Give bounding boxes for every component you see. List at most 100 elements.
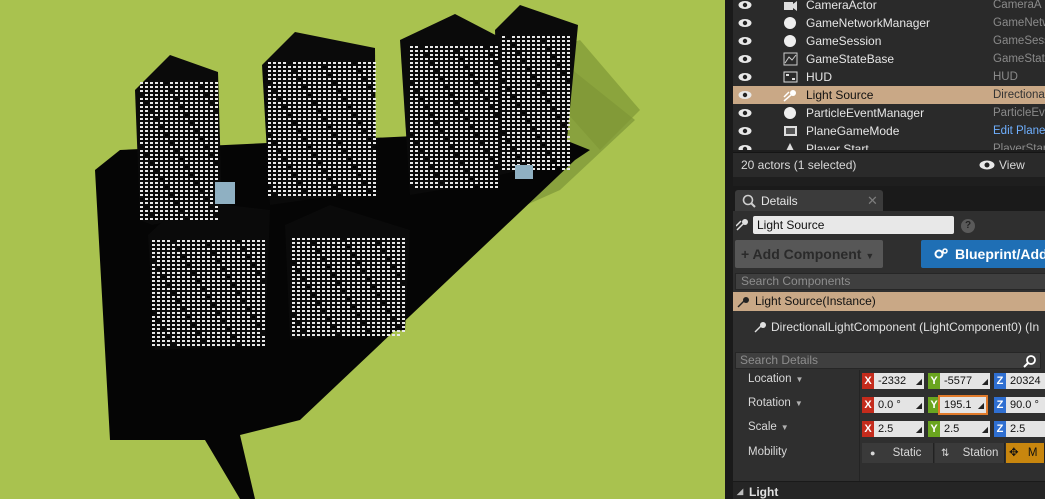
window-light [155, 174, 158, 176]
window-light [337, 286, 340, 288]
actor-name-field[interactable]: Light Source [753, 216, 954, 234]
outliner-row[interactable]: Player Start PlayerStar [733, 140, 1045, 150]
window-light [293, 190, 296, 192]
visibility-eye-icon[interactable] [738, 90, 752, 100]
window-light [485, 170, 488, 172]
window-light [465, 78, 468, 80]
window-light [337, 242, 340, 244]
visibility-eye-icon[interactable] [738, 72, 752, 82]
window-light [480, 62, 483, 64]
actor-count: 20 actors (1 selected) [741, 158, 857, 172]
window-light [302, 270, 305, 272]
window-light [337, 310, 340, 312]
window-light [298, 66, 301, 68]
window-light [145, 126, 148, 128]
window-light [358, 170, 361, 172]
window-light [152, 340, 155, 342]
blueprint-add-script-button[interactable]: Blueprint/Add [921, 240, 1045, 268]
window-light [185, 94, 188, 96]
light-section-header[interactable]: ◢ Light [733, 481, 1045, 499]
window-light [532, 68, 535, 70]
outliner-row[interactable]: HUD HUD [733, 68, 1045, 86]
window-light [332, 306, 335, 308]
window-light [363, 134, 366, 136]
window-light [537, 76, 540, 78]
scale-x-field[interactable]: 2.5 ◢ [874, 421, 924, 437]
location-z-field[interactable]: 20324 [1006, 373, 1045, 389]
window-light [247, 252, 250, 254]
window-light [547, 60, 550, 62]
window-light [190, 134, 193, 136]
visibility-eye-icon[interactable] [738, 0, 752, 10]
outliner-row[interactable]: ParticleEventManager ParticleEv [733, 104, 1045, 122]
rotation-y-field[interactable]: 195.1 ◢ [938, 395, 988, 415]
tab-details[interactable]: Details ✕ [735, 190, 883, 212]
window-light [343, 126, 346, 128]
window-light [313, 66, 316, 68]
panel-splitter[interactable] [725, 0, 733, 499]
window-light [205, 190, 208, 192]
window-light [293, 66, 296, 68]
location-label[interactable]: Location ▼ [748, 373, 803, 385]
visibility-eye-icon[interactable] [738, 126, 752, 136]
visibility-eye-icon[interactable] [738, 54, 752, 64]
window-light [495, 130, 498, 132]
window-light [502, 112, 505, 114]
search-components-input[interactable]: Search Components [735, 273, 1045, 290]
window-light [425, 146, 428, 148]
window-light [455, 110, 458, 112]
outliner-row[interactable]: PlaneGameMode Edit Plane [733, 122, 1045, 140]
window-light [200, 122, 203, 124]
mobility-stationary-button[interactable]: ⇅ Station [935, 443, 1005, 463]
window-light [440, 158, 443, 160]
outliner-row[interactable]: Light Source Directiona [733, 86, 1045, 104]
component-child-row[interactable]: DirectionalLightComponent (LightComponen… [733, 318, 1045, 336]
scale-label[interactable]: Scale ▼ [748, 421, 789, 433]
window-light [160, 190, 163, 192]
window-light [547, 112, 550, 114]
scale-y-field[interactable]: 2.5 ◢ [940, 421, 990, 437]
window-light [490, 46, 493, 48]
help-icon[interactable]: ? [961, 219, 975, 233]
outliner-row[interactable]: GameStateBase GameStat [733, 50, 1045, 68]
window-light [475, 170, 478, 172]
outliner-row[interactable]: CameraActor CameraA [733, 0, 1045, 14]
search-details-input[interactable]: Search Details [735, 352, 1041, 369]
window-light [195, 210, 198, 212]
window-light [212, 260, 215, 262]
window-light [332, 246, 335, 248]
window-light [262, 300, 265, 302]
add-component-button[interactable]: + Add Component ▼ [735, 240, 883, 268]
outliner-row[interactable]: GameSession GameSess [733, 32, 1045, 50]
window-light [357, 302, 360, 304]
window-light [343, 110, 346, 112]
location-x-field[interactable]: -2332 ◢ [874, 373, 924, 389]
close-icon[interactable]: ✕ [867, 193, 878, 209]
window-light [502, 128, 505, 130]
window-light [170, 202, 173, 204]
property-divider[interactable] [859, 370, 860, 499]
rotation-x-field[interactable]: 0.0 ° ◢ [874, 397, 924, 413]
window-light [332, 238, 335, 240]
window-light [172, 268, 175, 270]
scale-z-field[interactable]: 2.5 [1006, 421, 1045, 437]
rotation-z-field[interactable]: 90.0 ° [1006, 397, 1045, 413]
window-light [425, 86, 428, 88]
visibility-eye-icon[interactable] [738, 108, 752, 118]
visibility-eye-icon[interactable] [738, 18, 752, 28]
edit-blueprint-link[interactable]: Edit Plane [993, 122, 1045, 140]
window-light [373, 134, 376, 136]
component-instance-row[interactable]: Light Source(Instance) [733, 292, 1045, 311]
level-viewport[interactable] [0, 0, 725, 499]
outliner-row[interactable]: GameNetworkManager GameNetw [733, 14, 1045, 32]
visibility-eye-icon[interactable] [738, 36, 752, 46]
window-light [327, 274, 330, 276]
window-light [475, 122, 478, 124]
rotation-label[interactable]: Rotation ▼ [748, 397, 803, 409]
window-light [445, 186, 448, 188]
mobility-static-button[interactable]: ● Static [862, 443, 934, 463]
mobility-movable-button[interactable]: ✥ M [1006, 443, 1045, 463]
location-y-field[interactable]: -5577 ◢ [940, 373, 990, 389]
view-options-button[interactable]: View [979, 158, 1025, 172]
visibility-eye-icon[interactable] [738, 144, 752, 150]
